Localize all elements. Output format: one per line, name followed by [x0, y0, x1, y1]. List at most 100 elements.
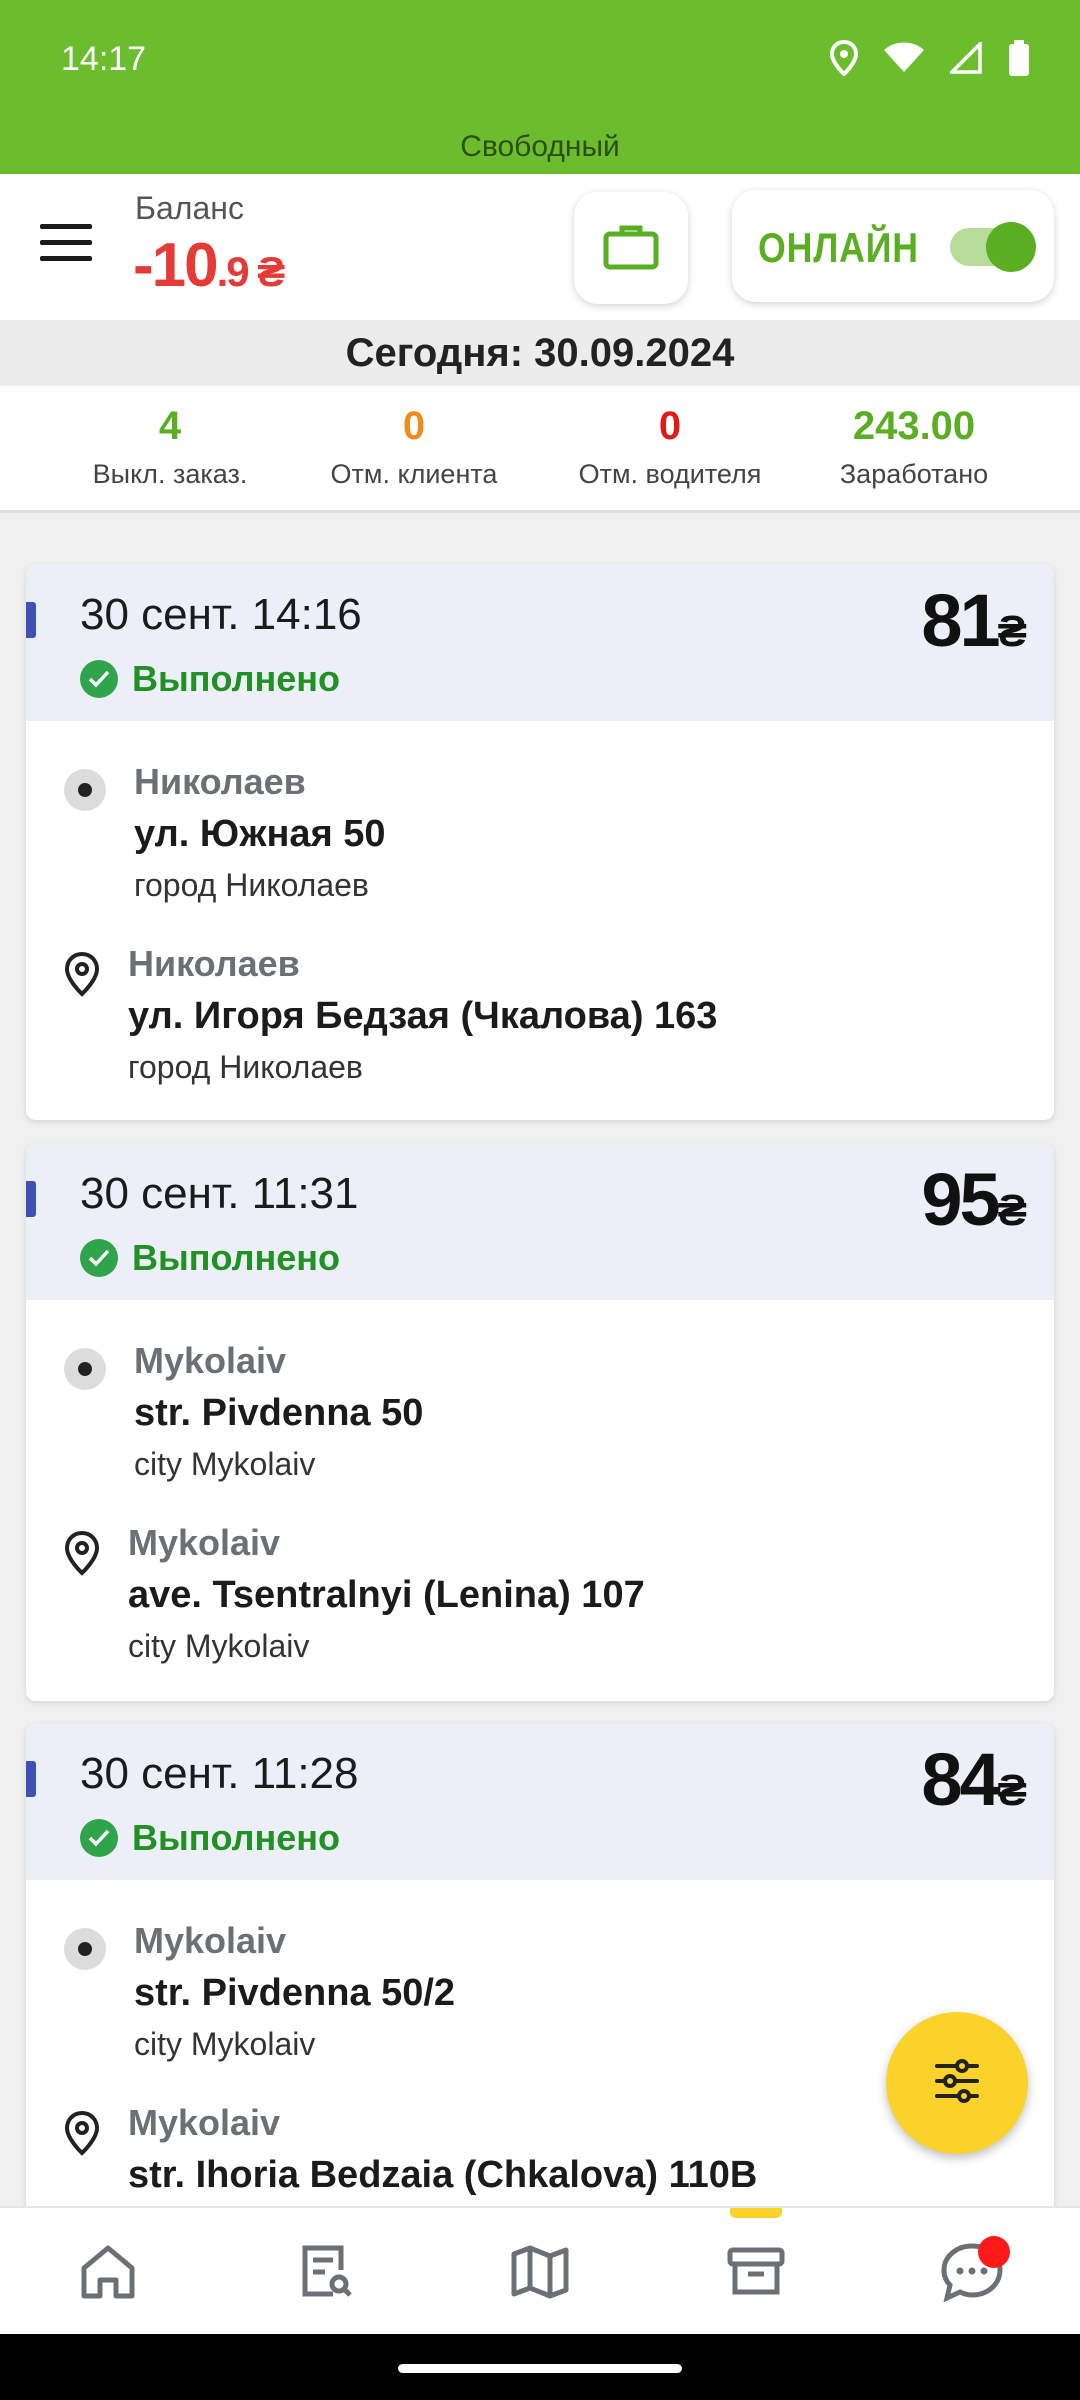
balance-value: -10.9 ₴ [133, 230, 286, 301]
menu-icon-line [40, 240, 92, 245]
stat-value: 4 [158, 404, 182, 448]
status-time: 14:17 [61, 40, 147, 78]
nav-order-search[interactable] [285, 2238, 365, 2310]
check-circle-icon [80, 1239, 118, 1277]
stop-subtitle: город Николаев [134, 867, 369, 903]
order-time: 30 сент. 11:28 [80, 1749, 359, 1798]
nav-home[interactable] [68, 2238, 148, 2310]
date-bar: Сегодня: 30.09.2024 [0, 320, 1080, 386]
location-pin-icon [62, 2110, 102, 2161]
price-currency: ₴ [997, 607, 1027, 656]
header: Баланс -10.9 ₴ ОНЛАЙН [0, 174, 1080, 320]
stop-subtitle: city Mykolaiv [134, 2026, 316, 2062]
order-header: 30 сент. 14:16 Выполнено 81₴ [26, 564, 1054, 721]
stat-label: Отм. клиента [330, 459, 498, 489]
price-value: 81 [921, 579, 1000, 662]
stat-item: 4 Выкл. заказ. [70, 404, 270, 490]
order-status-label: Выполнено [132, 658, 340, 699]
pickup-dot-icon [64, 1928, 106, 1970]
check-circle-icon [80, 660, 118, 698]
filter-sliders-icon [932, 2056, 982, 2111]
stat-label: Отм. водителя [578, 459, 762, 489]
balance-label: Баланс [135, 190, 244, 226]
chat-icon [940, 2235, 1010, 2307]
online-toggle-card[interactable]: ОНЛАЙН [732, 190, 1054, 302]
online-label: ОНЛАЙН [758, 224, 919, 271]
nav-map[interactable] [500, 2238, 580, 2310]
stat-item: 0 Отм. клиента [314, 404, 514, 490]
stop-city: Mykolaiv [128, 1522, 281, 1563]
dropoff-stop: Николаев ул. Игоря Бедзая (Чкалова) 163 … [26, 905, 1054, 1089]
order-header: 30 сент. 11:28 Выполнено 84₴ [26, 1723, 1054, 1880]
online-toggle[interactable] [950, 222, 1036, 272]
order-search-icon [295, 2242, 355, 2307]
briefcase-icon [603, 222, 659, 275]
location-icon [829, 39, 859, 81]
order-card[interactable]: 30 сент. 11:31 Выполнено 95₴ Mykolaiv st… [26, 1143, 1054, 1701]
menu-button[interactable] [40, 224, 92, 264]
stop-city: Николаев [134, 761, 306, 802]
stop-subtitle: город Николаев [128, 1049, 363, 1085]
order-status: Выполнено [80, 658, 340, 700]
bottom-nav [0, 2206, 1080, 2336]
active-tab-indicator [730, 2208, 782, 2218]
stat-value: 0 [402, 404, 426, 448]
stat-item: 243.00 Заработано [814, 404, 1014, 490]
stop-subtitle: city Mykolaiv [128, 1628, 310, 1664]
price-currency: ₴ [997, 1766, 1027, 1815]
pickup-dot-icon [64, 769, 106, 811]
stats-row: 4 Выкл. заказ. 0 Отм. клиента 0 Отм. вод… [0, 386, 1080, 513]
location-pin-icon [62, 951, 102, 1002]
battery-icon [1008, 40, 1030, 81]
price-value: 84 [921, 1738, 1000, 1821]
driver-status: Свободный [460, 130, 620, 163]
signal-icon [947, 39, 982, 79]
stop-street: str. Pivdenna 50 [134, 1392, 424, 1434]
stat-value: 0 [658, 404, 682, 448]
stop-subtitle: city Mykolaiv [134, 1446, 316, 1482]
map-icon [510, 2242, 570, 2307]
menu-icon-line [40, 256, 92, 261]
pickup-stop: Mykolaiv str. Pivdenna 50/2 city Mykolai… [26, 1880, 1054, 2064]
stop-street: str. Ihoria Bedzaia (Chkalova) 110B [128, 2154, 758, 2196]
order-status-label: Выполнено [132, 1817, 340, 1858]
nav-chat[interactable] [932, 2235, 1012, 2310]
stop-street: ave. Tsentralnyi (Lenina) 107 [128, 1574, 645, 1616]
order-price: 95₴ [921, 1157, 1027, 1242]
stat-label: Выкл. заказ. [92, 459, 248, 489]
order-price: 84₴ [921, 1737, 1027, 1822]
stat-item: 0 Отм. водителя [560, 404, 780, 490]
filter-button[interactable] [886, 2012, 1028, 2154]
order-status: Выполнено [80, 1237, 340, 1279]
status-bar: 14:17 Свободный [0, 0, 1080, 174]
home-gesture-pill[interactable] [398, 2364, 682, 2373]
accent-bar [26, 1181, 36, 1217]
notification-badge [978, 2235, 1010, 2268]
status-icons [829, 39, 1030, 81]
pickup-stop: Mykolaiv str. Pivdenna 50 city Mykolaiv [26, 1300, 1054, 1484]
stat-label: Заработано [839, 459, 989, 489]
order-status: Выполнено [80, 1817, 340, 1859]
stop-city: Mykolaiv [134, 1340, 287, 1381]
stat-value: 243.00 [852, 404, 976, 448]
balance-main: -10 [133, 231, 219, 300]
toggle-knob [986, 222, 1036, 272]
home-icon [78, 2242, 138, 2307]
dropoff-stop: Mykolaiv ave. Tsentralnyi (Lenina) 107 c… [26, 1484, 1054, 1668]
pickup-stop: Николаев ул. Южная 50 город Николаев [26, 721, 1054, 905]
stop-city: Mykolaiv [134, 1920, 287, 1961]
nav-archive[interactable] [716, 2238, 796, 2310]
order-time: 30 сент. 11:31 [80, 1169, 359, 1218]
menu-icon-line [40, 224, 92, 229]
location-pin-icon [62, 1530, 102, 1581]
order-card[interactable]: 30 сент. 11:28 Выполнено 84₴ Mykolaiv st… [26, 1723, 1054, 2243]
order-time: 30 сент. 14:16 [80, 590, 362, 639]
stop-street: ул. Игоря Бедзая (Чкалова) 163 [128, 995, 718, 1037]
briefcase-button[interactable] [574, 192, 688, 304]
stop-city: Mykolaiv [128, 2102, 281, 2143]
price-currency: ₴ [997, 1186, 1027, 1235]
accent-bar [26, 602, 36, 638]
order-card[interactable]: 30 сент. 14:16 Выполнено 81₴ Николаев ул… [26, 564, 1054, 1120]
order-price: 81₴ [921, 578, 1027, 663]
balance-fraction: .9 ₴ [216, 248, 286, 295]
